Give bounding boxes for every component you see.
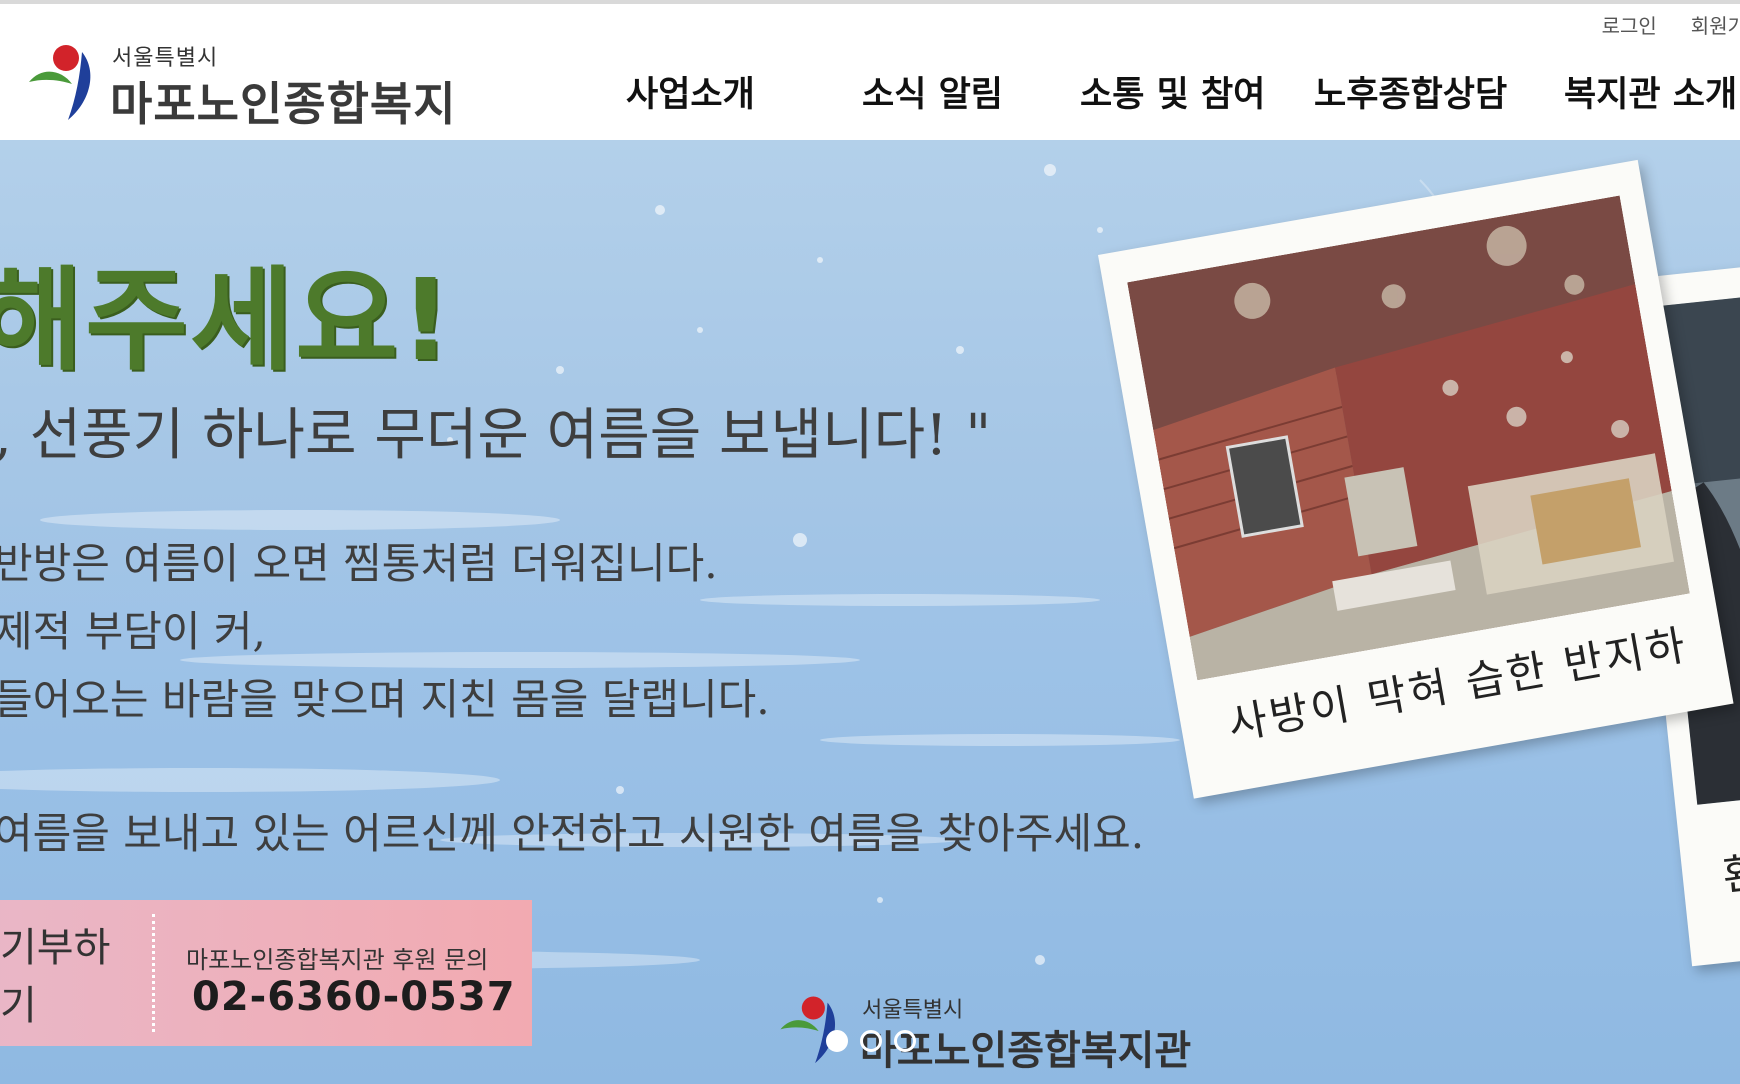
slider-dots — [826, 1030, 916, 1052]
slider-dot-3[interactable] — [894, 1030, 916, 1052]
hero-quote: , 선풍기 하나로 무더운 여름을 보냅니다! " — [0, 403, 992, 468]
nav-about[interactable]: 복지관 소개 — [1564, 66, 1737, 117]
donate-divider — [152, 914, 155, 1032]
nav-news[interactable]: 소식 알림 — [862, 66, 1003, 117]
donate-contact-label: 마포노인종합복지관 후원 문의 — [186, 946, 489, 974]
hero-body-line-1: 반방은 여름이 오면 찜통처럼 더워집니다. — [0, 539, 718, 588]
login-link[interactable]: 로그인 — [1602, 10, 1657, 39]
nav-community[interactable]: 소통 및 참여 — [1080, 66, 1265, 117]
hero-body-line-4: 여름을 보내고 있는 어르신께 안전하고 시원한 여름을 찾아주세요. — [0, 809, 1145, 858]
donate-phone: 02-6360-0537 — [192, 974, 516, 1020]
signup-link[interactable]: 회원가 — [1691, 10, 1740, 39]
slider-dot-1[interactable] — [826, 1030, 848, 1052]
slider-dot-2[interactable] — [860, 1030, 882, 1052]
hero-banner: 해주세요! , 선풍기 하나로 무더운 여름을 보냅니다! " 반방은 여름이 … — [0, 140, 1740, 1084]
seoul-logo-icon — [29, 45, 91, 120]
donate-panel: 기부하기 마포노인종합복지관 후원 문의 02-6360-0537 — [0, 900, 532, 1046]
polaroid-photo-1: 사방이 막혀 습한 반지하 — [1098, 159, 1734, 799]
site-header: 로그인 회원가 서울특별시 마포노인종합복지관 사업소개 소식 알림 소통 및 … — [0, 4, 1740, 197]
nav-business[interactable]: 사업소개 — [626, 66, 755, 117]
photo-basement — [1127, 195, 1690, 681]
site-logo[interactable]: 서울특별시 마포노인종합복지관 — [24, 40, 484, 197]
hero-body-line-2: 제적 부담이 커, — [0, 607, 266, 656]
hero-headline: 해주세요! — [0, 256, 454, 386]
hero-body-line-3: 들어오는 바람을 맞으며 지친 몸을 달랩니다. — [0, 675, 770, 724]
donate-button[interactable]: 기부하기 — [0, 900, 134, 1046]
photo-caption-2: 환기조치 — [1720, 835, 1740, 901]
utility-links: 로그인 회원가 — [1602, 10, 1740, 39]
nav-consulting[interactable]: 노후종합상담 — [1314, 66, 1507, 117]
